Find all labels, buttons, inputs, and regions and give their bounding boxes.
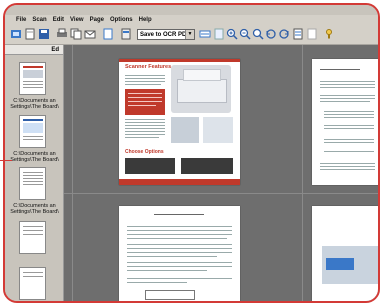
thumbnail-page-4[interactable] — [19, 221, 46, 254]
thumbnail-page-3[interactable] — [19, 167, 46, 200]
column-divider — [302, 45, 303, 301]
thumbnail-page-1[interactable] — [19, 62, 46, 95]
feature-box — [125, 89, 165, 115]
row-divider — [64, 193, 378, 194]
product-image — [171, 117, 199, 143]
thumbnail-page-5[interactable] — [19, 267, 46, 300]
zoom-in-icon[interactable] — [226, 28, 238, 40]
annotation-connector — [0, 160, 12, 161]
help-icon[interactable] — [323, 28, 335, 40]
page-subheading: Choose Options — [125, 149, 164, 155]
toolbar: Save to OCR PDF ▼ — [5, 26, 378, 45]
page-icon[interactable] — [213, 28, 225, 40]
menu-file[interactable]: File — [13, 15, 29, 26]
menu-view[interactable]: View — [67, 15, 87, 26]
save-format-select[interactable]: Save to OCR PDF ▼ — [137, 29, 195, 40]
page-view-icon[interactable] — [306, 28, 318, 40]
document-viewer[interactable]: Scanner Features Choose Options — [64, 45, 378, 301]
column-divider — [72, 45, 73, 301]
product-image — [203, 117, 233, 143]
fit-icon[interactable] — [102, 28, 114, 40]
thumbnail-page-2[interactable] — [19, 115, 46, 148]
thumbnail-label: Settings\The Board\ — [10, 157, 59, 163]
form-box — [145, 290, 195, 300]
document-icon[interactable] — [120, 28, 132, 40]
options-box — [181, 158, 233, 174]
thumbnail-label: Settings\The Board\ — [10, 104, 59, 110]
email-icon[interactable] — [84, 28, 96, 40]
application-window: File Scan Edit View Page Options Help Save to … — [3, 3, 380, 303]
document-page-2[interactable] — [312, 59, 378, 185]
save-format-value: Save to OCR PDF — [140, 32, 191, 38]
menu-edit[interactable]: Edit — [50, 15, 67, 26]
thumbnail-panel-header: Ed — [5, 45, 63, 55]
print-icon[interactable] — [56, 28, 68, 40]
open-icon[interactable] — [24, 28, 36, 40]
rotate-right-icon[interactable] — [278, 28, 290, 40]
document-page-4[interactable] — [312, 206, 378, 301]
save-icon[interactable] — [38, 28, 50, 40]
menu-page[interactable]: Page — [87, 15, 107, 26]
page-heading: Scanner Features — [125, 64, 172, 70]
menu-bar: File Scan Edit View Page Options Help — [5, 15, 378, 26]
options-box — [125, 158, 175, 174]
document-page-1[interactable]: Scanner Features Choose Options — [119, 59, 240, 185]
thumbnail-panel: Ed C:\Documents an Settings\The Board\ C… — [5, 45, 64, 301]
copy-icon[interactable] — [70, 28, 82, 40]
fit-width-icon[interactable] — [199, 28, 211, 40]
zoom-icon[interactable] — [252, 28, 264, 40]
properties-icon[interactable] — [292, 28, 304, 40]
scan-icon[interactable] — [10, 28, 22, 40]
menu-scan[interactable]: Scan — [29, 15, 49, 26]
scanner-image — [171, 65, 231, 113]
rotate-left-icon[interactable] — [265, 28, 277, 40]
menu-help[interactable]: Help — [136, 15, 155, 26]
thumbnail-label: Settings\The Board\ — [10, 209, 59, 215]
zoom-out-icon[interactable] — [239, 28, 251, 40]
menu-options[interactable]: Options — [107, 15, 136, 26]
page-image-accent — [326, 258, 354, 270]
document-page-3[interactable] — [119, 206, 240, 301]
title-bar — [5, 5, 378, 15]
chevron-down-icon[interactable]: ▼ — [185, 30, 194, 39]
